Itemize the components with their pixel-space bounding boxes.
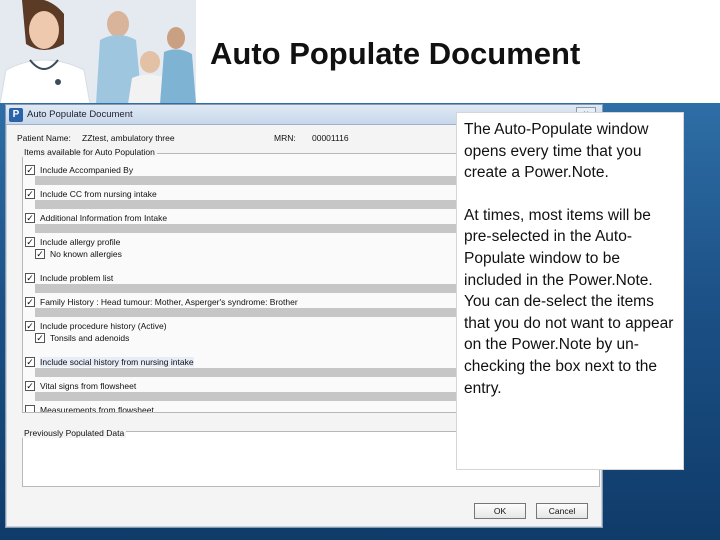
previously-populated-label: Previously Populated Data — [22, 428, 127, 438]
ok-button[interactable]: OK — [474, 503, 526, 519]
item-label: Measurements from flowsheet — [40, 405, 154, 413]
item-row[interactable]: ✓ Additional Information from Intake — [23, 212, 465, 233]
item-text-bar — [35, 200, 465, 209]
item-row[interactable]: ✓ Include CC from nursing intake — [23, 188, 465, 209]
item-text-bar — [35, 308, 465, 317]
item-label: Include Accompanied By — [40, 165, 134, 175]
item-row[interactable]: ✓ Vital signs from flowsheet — [23, 380, 465, 401]
item-row[interactable]: ✓ Include Accompanied By — [23, 164, 465, 185]
item-checkbox[interactable]: ✓ — [25, 237, 35, 247]
item-label: Vital signs from flowsheet — [40, 381, 137, 391]
item-text-bar — [35, 176, 465, 185]
cancel-button[interactable]: Cancel — [536, 503, 588, 519]
item-checkbox[interactable]: ✓ — [25, 273, 35, 283]
item-text-bar — [35, 284, 465, 293]
item-checkbox[interactable]: ✓ — [25, 297, 35, 307]
item-label: Include problem list — [40, 273, 114, 283]
app-logo-icon: P — [9, 108, 23, 122]
item-label: Include allergy profile — [40, 237, 121, 247]
item-row[interactable]: Measurements from flowsheet — [23, 404, 465, 413]
item-checkbox[interactable]: ✓ — [25, 213, 35, 223]
items-list[interactable]: ✓ Include Accompanied By ✓ Include CC from … — [22, 153, 466, 413]
item-text-bar — [35, 368, 465, 377]
callout-paragraph-1: The Auto-Populate window opens every tim… — [464, 121, 649, 182]
item-checkbox[interactable] — [25, 405, 35, 412]
item-label: Additional Information from Intake — [40, 213, 168, 223]
item-checkbox[interactable]: ✓ — [35, 249, 45, 259]
item-row[interactable]: ✓ Family History : Head tumour: Mother, A… — [23, 296, 465, 317]
item-text-bar — [35, 392, 465, 401]
item-row[interactable]: ✓ No known allergies — [23, 248, 465, 262]
medical-staff-illustration — [0, 0, 196, 104]
item-checkbox[interactable]: ✓ — [25, 321, 35, 331]
item-checkbox[interactable]: ✓ — [25, 381, 35, 391]
item-label: Family History : Head tumour: Mother, As… — [40, 297, 298, 307]
item-checkbox[interactable]: ✓ — [25, 165, 35, 175]
mrn-value: 00001116 — [312, 133, 349, 143]
callout-paragraph-2: At times, most items will be pre-selecte… — [464, 206, 674, 397]
items-group-label: Items available for Auto Population — [22, 147, 157, 157]
item-checkbox[interactable]: ✓ — [25, 189, 35, 199]
item-row[interactable]: ✓ Include social history from nursing int… — [23, 356, 465, 377]
item-checkbox[interactable]: ✓ — [35, 333, 45, 343]
slide-title: Auto Populate Document — [210, 36, 581, 71]
item-label: Include procedure history (Active) — [40, 321, 167, 331]
item-label: Include social history from nursing inta… — [40, 357, 194, 367]
header-photo — [0, 0, 196, 104]
item-label: Tonsils and adenoids — [50, 333, 130, 343]
item-label: No known allergies — [50, 249, 122, 259]
dialog-title: Auto Populate Document — [27, 109, 133, 120]
item-text-bar — [35, 224, 465, 233]
patient-name-label: Patient Name: — [17, 133, 71, 143]
item-row[interactable]: ✓ Tonsils and adenoids — [23, 332, 465, 346]
item-checkbox[interactable]: ✓ — [25, 357, 35, 367]
mrn-label: MRN: — [274, 133, 296, 143]
patient-name-value: ZZtest, ambulatory three — [82, 133, 175, 143]
explanation-callout: The Auto-Populate window opens every tim… — [456, 112, 684, 470]
item-label: Include CC from nursing intake — [40, 189, 157, 199]
item-row[interactable]: ✓ Include problem list — [23, 272, 465, 293]
